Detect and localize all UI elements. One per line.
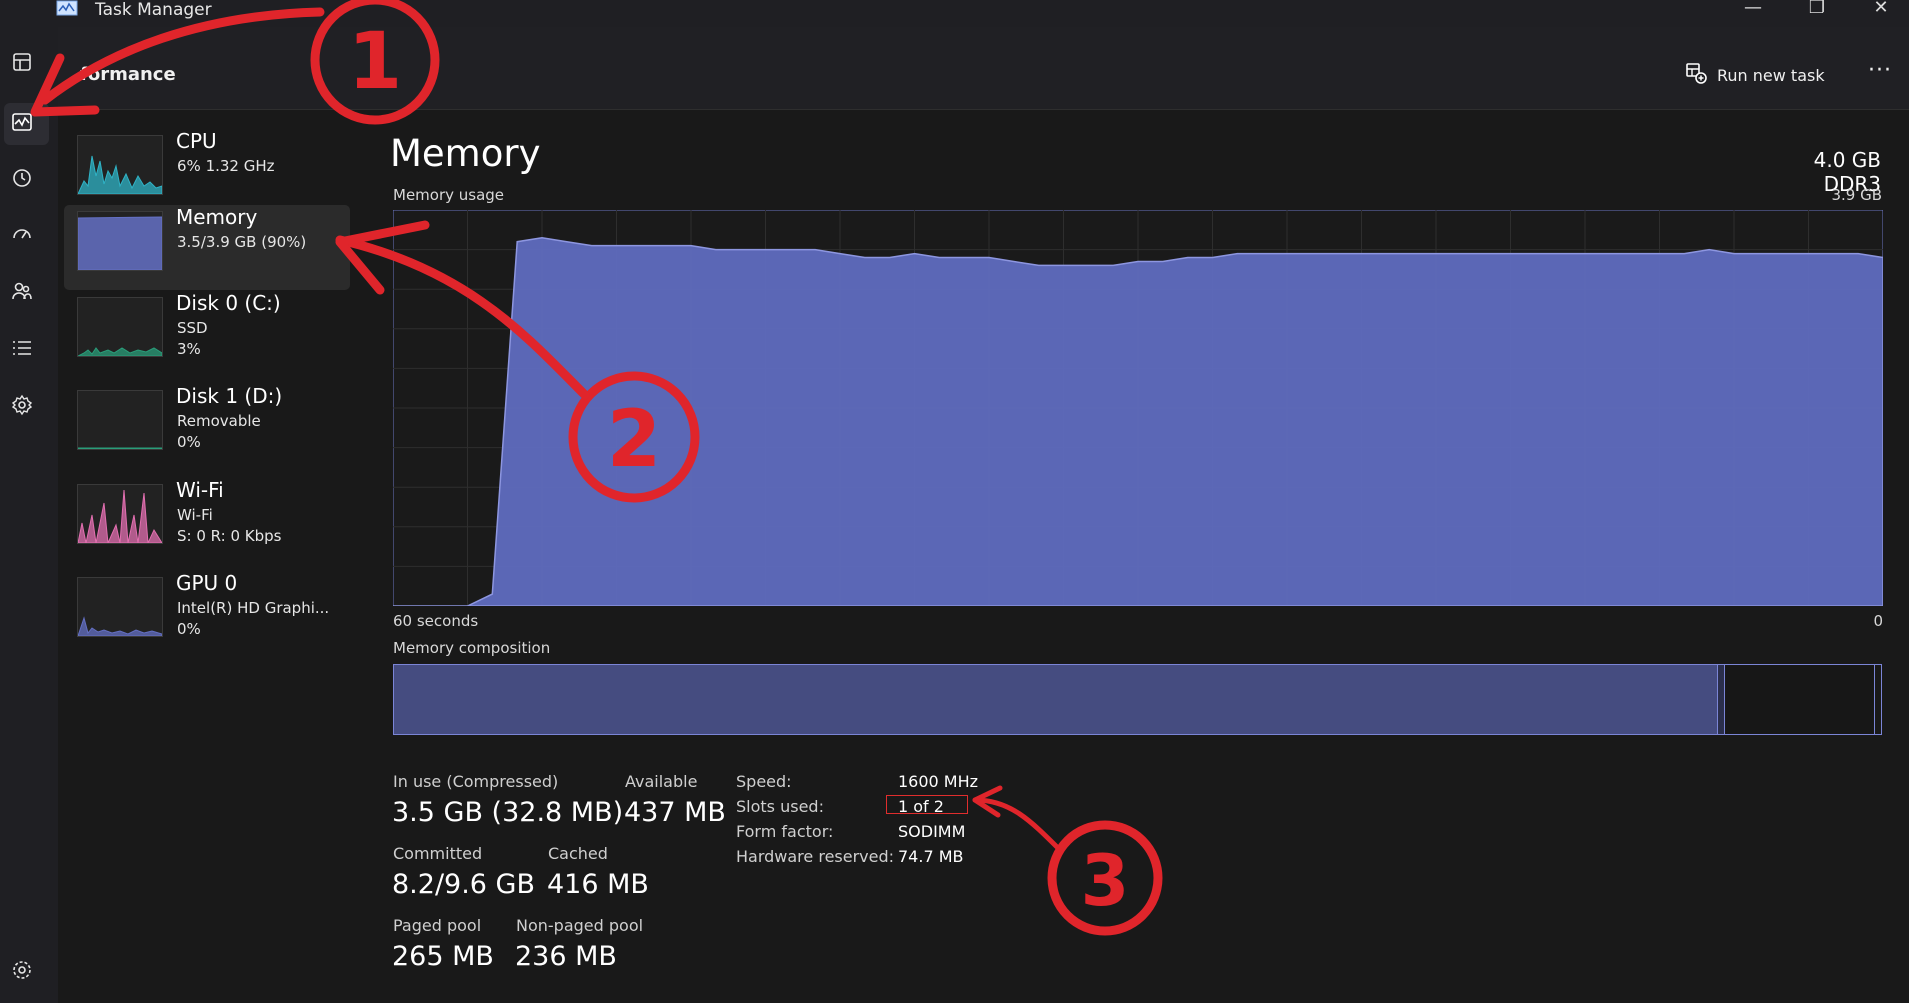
callout-1-arrow bbox=[40, 7, 325, 105]
callout-2-number: 2 bbox=[607, 395, 661, 485]
annotation-overlay: 1 2 3 bbox=[30, 0, 1163, 936]
callout-1-number: 1 bbox=[348, 17, 402, 107]
callout-2-arrow bbox=[335, 235, 590, 400]
callout-3-number: 3 bbox=[1081, 840, 1130, 922]
callout-2-arrowhead bbox=[335, 220, 430, 295]
